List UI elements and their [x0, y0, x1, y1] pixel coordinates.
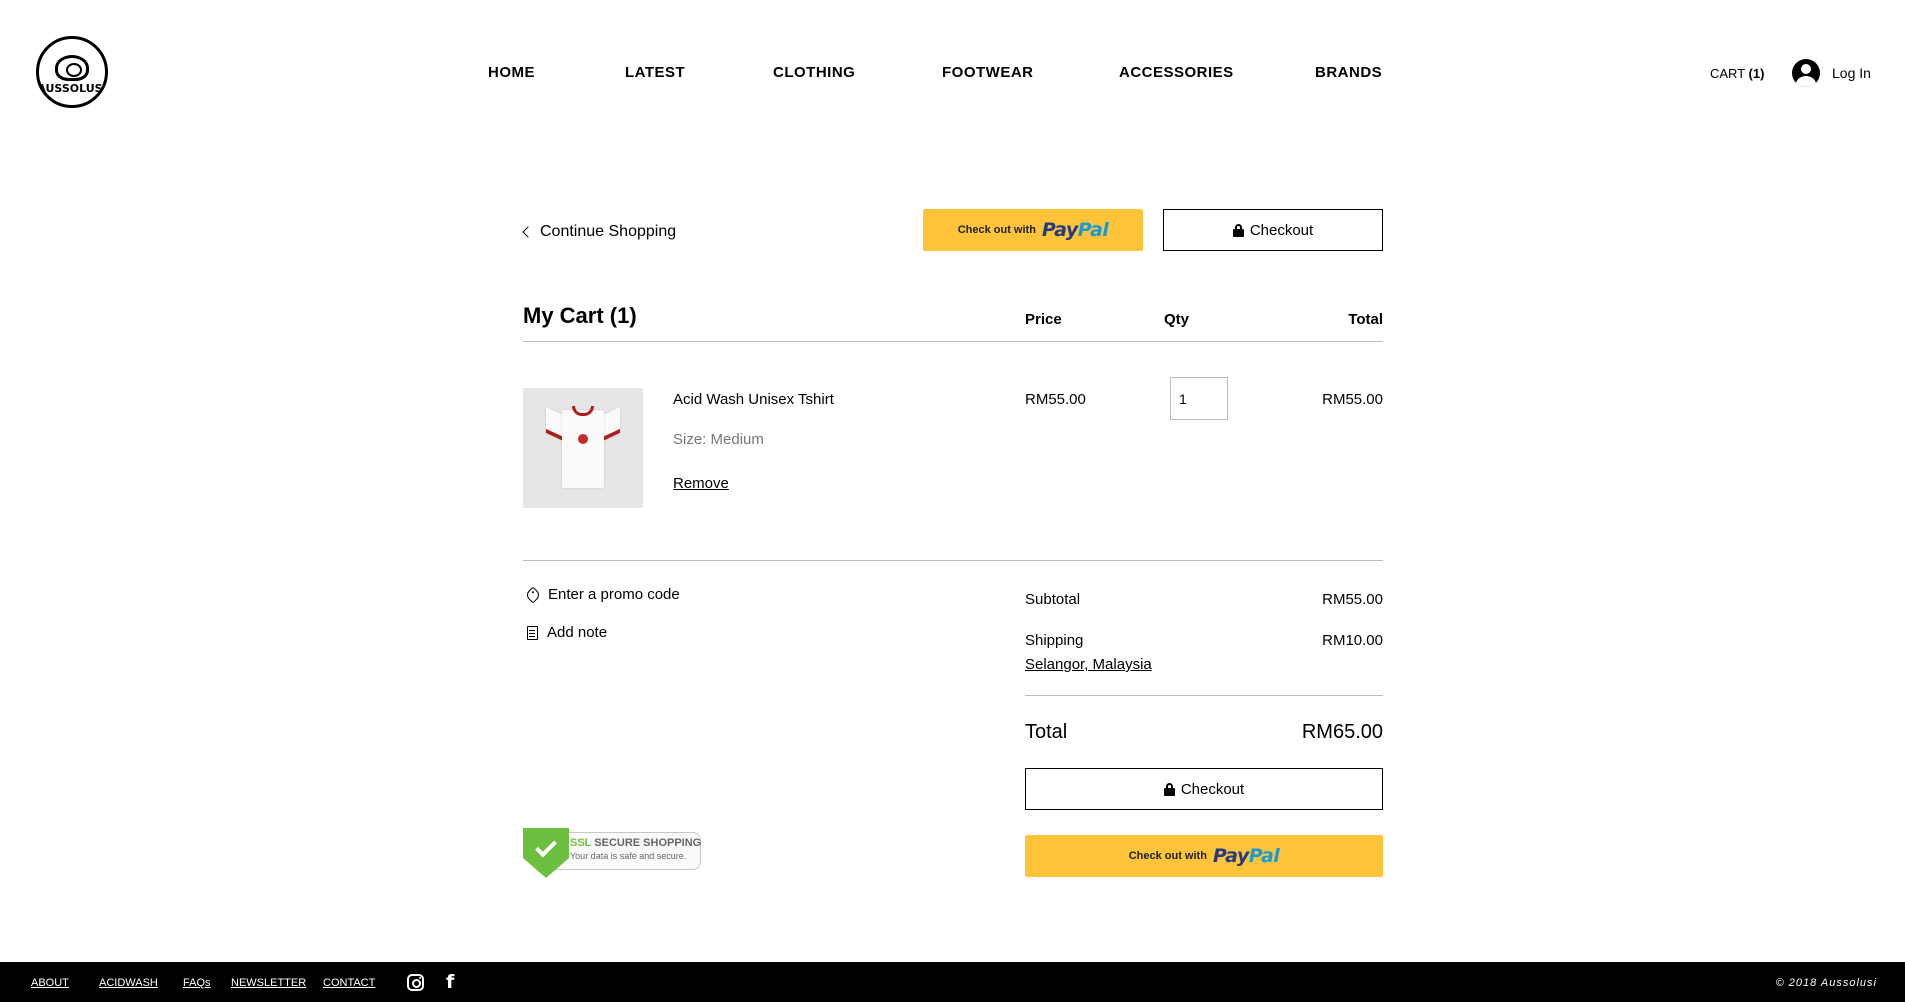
product-size: Size: Medium	[673, 431, 764, 448]
checkout-button-bottom[interactable]: Checkout	[1025, 768, 1383, 810]
user-avatar-icon	[1792, 59, 1820, 87]
paypal-logo: PayPal	[1212, 845, 1280, 867]
chevron-left-icon	[522, 226, 534, 238]
checkmark-icon	[535, 835, 557, 858]
logo-text: AUSSOLUSI	[37, 81, 107, 95]
qty-column-header: Qty	[1164, 311, 1190, 328]
shirt-body	[562, 410, 604, 488]
product-name[interactable]: Acid Wash Unisex Tshirt	[673, 391, 834, 408]
checkout-label: Checkout	[1180, 780, 1245, 798]
shipping-location-link[interactable]: Selangor, Malaysia	[1025, 656, 1152, 673]
tshirt-image	[546, 404, 620, 490]
order-total-label: Total	[1025, 721, 1068, 743]
paypal-logo-pay: Pay	[1212, 845, 1249, 867]
paypal-logo-pal: Pal	[1248, 845, 1280, 867]
lock-icon	[1232, 223, 1244, 237]
lock-icon	[1163, 782, 1175, 796]
continue-shopping-label: Continue Shopping	[540, 223, 677, 240]
cart-link[interactable]: CART (1)	[1710, 66, 1764, 81]
cart-count: (1)	[1748, 66, 1765, 81]
cart-label: CART	[1710, 66, 1745, 81]
footer-link-acidwash[interactable]: ACIDWASH	[99, 977, 158, 989]
nav-footwear[interactable]: FOOTWEAR	[942, 64, 1034, 81]
subtotal-label: Subtotal	[1025, 591, 1081, 608]
paypal-prefix: Check out with	[1128, 850, 1207, 862]
promo-code-label: Enter a promo code	[548, 586, 680, 603]
login-label: Log In	[1832, 65, 1871, 81]
ssl-secure-badge: SSL SECURE SHOPPING Your data is safe an…	[523, 828, 701, 878]
remove-item-link[interactable]: Remove	[673, 475, 729, 492]
quantity-input[interactable]	[1170, 377, 1228, 420]
shipping-label: Shipping	[1025, 632, 1084, 649]
footer-link-faqs[interactable]: FAQs	[183, 977, 211, 989]
footer-link-contact[interactable]: CONTACT	[323, 977, 375, 989]
price-column-header: Price	[1025, 311, 1062, 328]
divider	[523, 560, 1383, 561]
paypal-logo: PayPal	[1041, 219, 1109, 241]
product-price: RM55.00	[1025, 391, 1086, 408]
ssl-badge-subtitle: Your data is safe and secure.	[570, 851, 687, 861]
ssl-badge-title-secure: SECURE SHOPPING	[594, 837, 702, 849]
site-footer: ABOUT ACIDWASH FAQs NEWSLETTER CONTACT f…	[0, 962, 1905, 1002]
shield-check-icon	[523, 828, 569, 878]
continue-shopping-link[interactable]: Continue Shopping	[522, 223, 677, 241]
footer-link-about[interactable]: ABOUT	[31, 977, 69, 989]
login-button[interactable]: Log In	[1792, 59, 1871, 87]
paypal-checkout-button-top[interactable]: Check out with PayPal	[923, 209, 1143, 251]
cart-title: My Cart (1)	[523, 303, 637, 328]
nav-latest[interactable]: LATEST	[625, 64, 685, 81]
main-nav: HOME LATEST CLOTHING FOOTWEAR ACCESSORIE…	[0, 64, 1905, 84]
instagram-icon[interactable]	[407, 974, 424, 991]
paypal-logo-pay: Pay	[1041, 219, 1078, 241]
paypal-logo-pal: Pal	[1077, 219, 1109, 241]
copyright-text: © 2018 Aussolusi	[1775, 977, 1877, 989]
product-line-total: RM55.00	[1322, 391, 1383, 408]
ssl-badge-title-ssl: SSL	[570, 837, 592, 849]
order-total-value: RM65.00	[1301, 721, 1383, 743]
shirt-badge	[578, 434, 588, 444]
nav-home[interactable]: HOME	[488, 64, 535, 81]
paypal-prefix: Check out with	[957, 224, 1036, 236]
product-thumbnail[interactable]	[523, 388, 643, 508]
divider	[523, 341, 1383, 342]
total-column-header: Total	[1348, 311, 1383, 328]
footer-link-newsletter[interactable]: NEWSLETTER	[231, 977, 306, 989]
checkout-button-top[interactable]: Checkout	[1163, 209, 1383, 251]
ssl-badge-title: SSL SECURE SHOPPING	[570, 837, 701, 849]
site-header: AUSSOLUSI HOME LATEST CLOTHING FOOTWEAR …	[0, 0, 1905, 146]
divider	[1025, 695, 1383, 696]
checkout-label: Checkout	[1249, 221, 1314, 239]
shipping-value: RM10.00	[1322, 632, 1383, 649]
subtotal-value: RM55.00	[1322, 591, 1383, 608]
facebook-icon[interactable]: f	[446, 972, 454, 992]
promo-code-link[interactable]: Enter a promo code	[524, 586, 680, 603]
add-note-link[interactable]: Add note	[527, 624, 607, 641]
tag-icon	[524, 586, 542, 603]
nav-clothing[interactable]: CLOTHING	[773, 64, 855, 81]
note-icon	[527, 625, 538, 640]
nav-accessories[interactable]: ACCESSORIES	[1119, 64, 1234, 81]
nav-brands[interactable]: BRANDS	[1315, 64, 1382, 81]
add-note-label: Add note	[547, 624, 608, 641]
paypal-checkout-button-bottom[interactable]: Check out with PayPal	[1025, 835, 1383, 877]
